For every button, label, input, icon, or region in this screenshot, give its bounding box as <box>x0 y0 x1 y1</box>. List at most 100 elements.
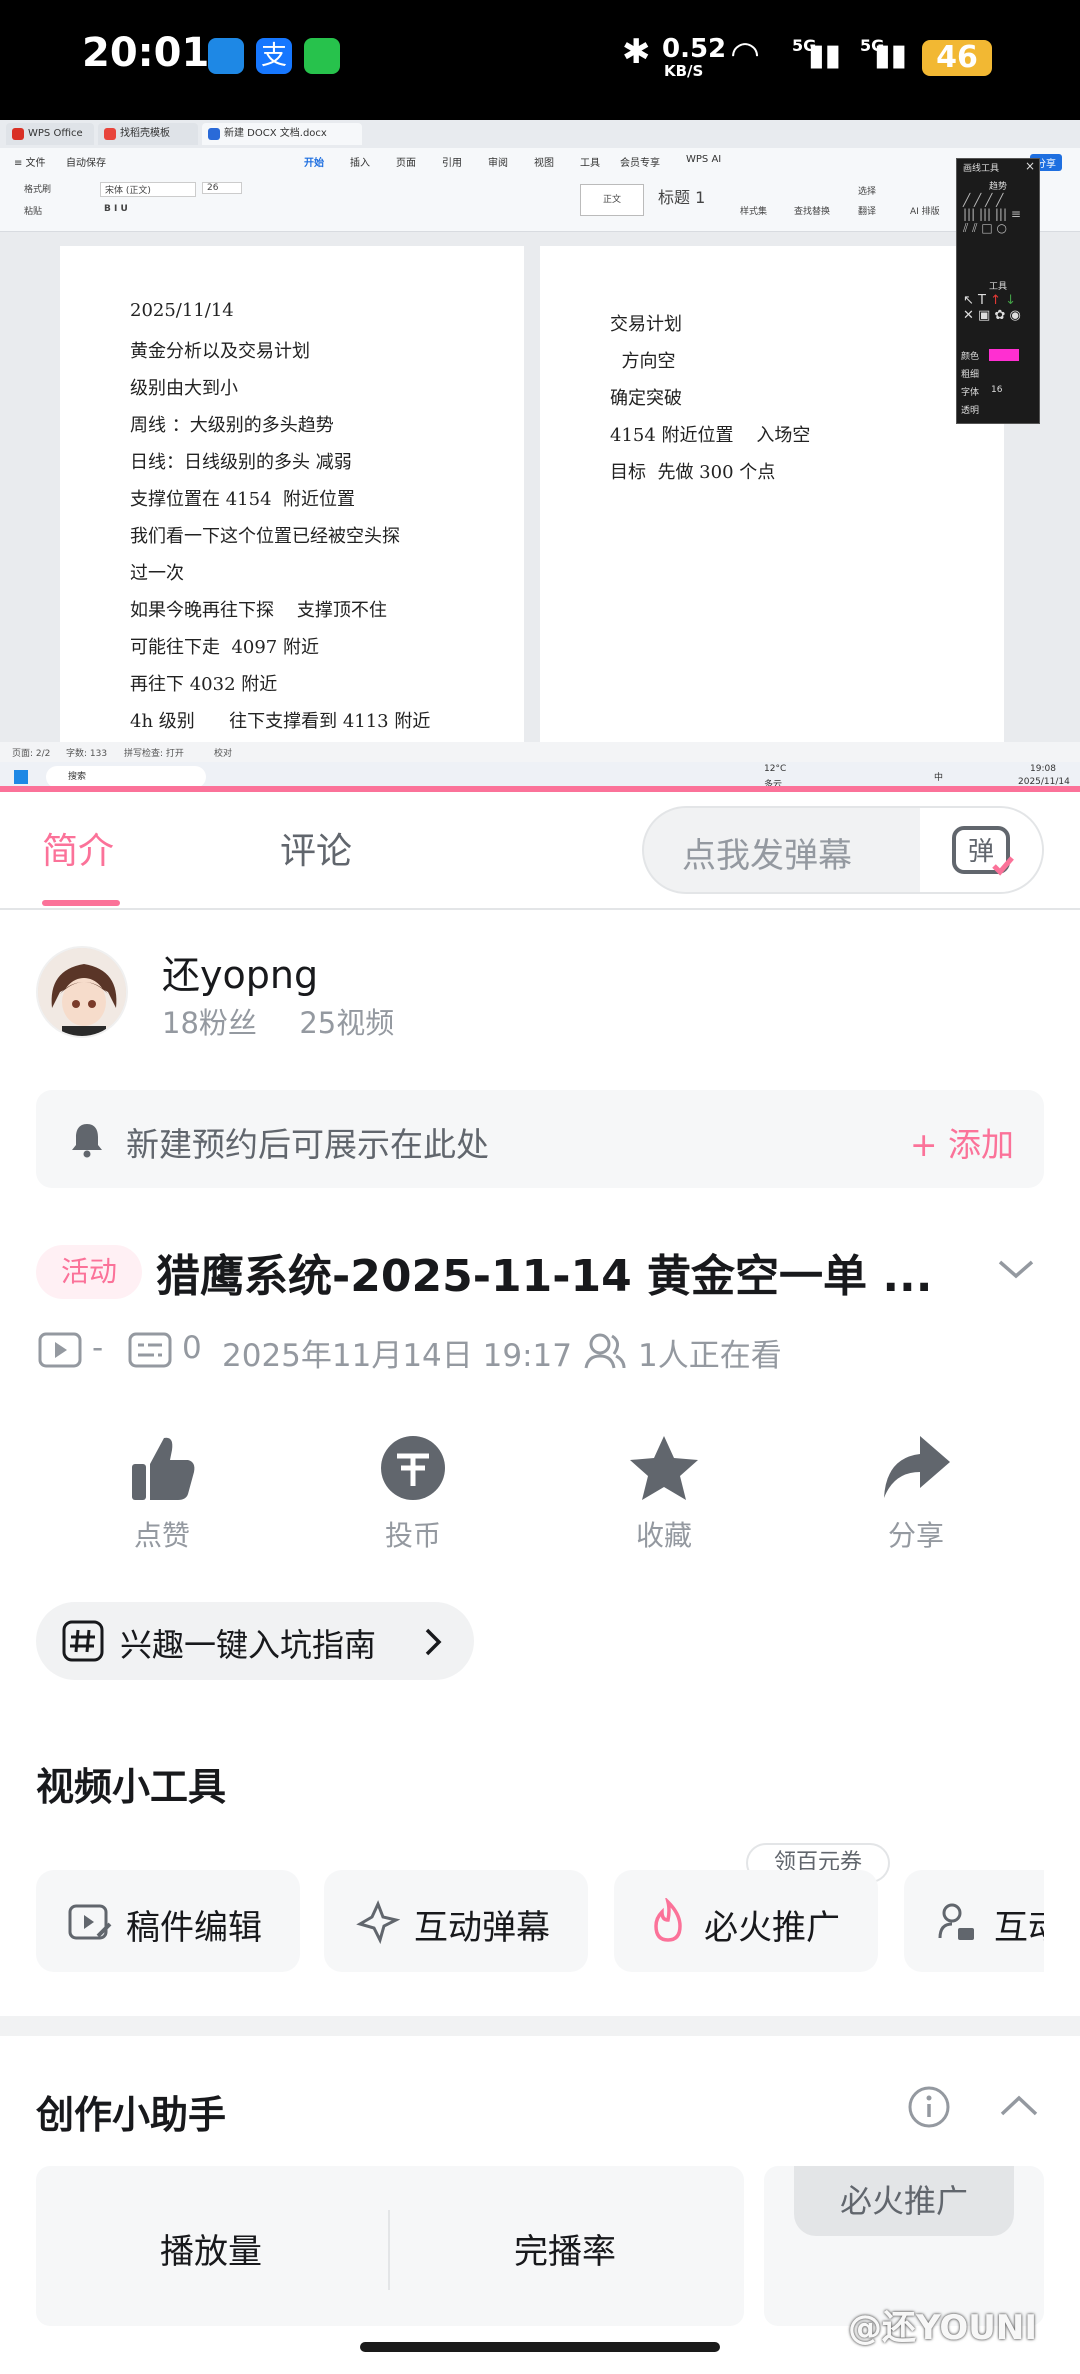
line-tools-icon[interactable]: ╱ ╱ ╱ ╱ ||| ||| ||| ≡ ⫽ ⫽ □ ○ <box>963 193 1021 236</box>
arrow-tools-icon[interactable]: ↖ T ↑ ↓ ✕ ▣ ✿ ◉ <box>963 293 1021 323</box>
font-select[interactable]: 宋体 (正文) <box>100 182 196 197</box>
menu-home[interactable]: 开始 <box>304 154 324 169</box>
tool-promote[interactable]: 必火推广 <box>614 1870 878 1972</box>
stat-completion-rate[interactable]: 完播率 <box>514 2224 616 2273</box>
thumbs-up-icon <box>132 1437 195 1500</box>
tab-comments[interactable]: 评论 <box>280 822 352 874</box>
find-replace-button[interactable]: 查找替换 <box>794 204 830 217</box>
thickness-label: 粗细 <box>961 370 980 380</box>
select-button[interactable]: 选择 <box>858 184 876 197</box>
video-tools-title: 视频小工具 <box>36 1765 227 1809</box>
danmaku-toggle-button[interactable]: 弹 <box>920 808 1042 892</box>
alipay-icon: 支 <box>256 38 292 74</box>
drawing-tool-panel[interactable]: 画线工具 × 趋势 ╱ ╱ ╱ ╱ ||| ||| ||| ≡ ⫽ ⫽ □ ○ 工具… <box>956 158 1040 424</box>
tab-intro[interactable]: 简介 <box>42 822 114 874</box>
docx-icon <box>208 128 220 140</box>
tool-label: 互动 <box>994 1908 1044 1948</box>
ime-indicator[interactable]: 中 <box>934 770 943 783</box>
document-page-1[interactable]: 2025/11/14 黄金分析以及交易计划 级别由大到小 周线 ：大级别的多头趋势 日线… <box>60 246 524 766</box>
wps-menu-bar: ≡ 文件 自动保存 开始 插入 页面 引用 审阅 视图 工具 会员专享 WPS … <box>0 148 1080 174</box>
wps-tab-templates[interactable]: 找稻壳模板 <box>98 123 198 145</box>
tool-edit-manuscript[interactable]: 稿件编辑 <box>36 1870 300 1972</box>
home-indicator[interactable] <box>360 2342 720 2352</box>
hashtag-icon <box>62 1620 104 1662</box>
menu-member[interactable]: 会员专享 <box>620 154 660 169</box>
uploader-stats: 18粉丝 25视频 <box>162 1000 394 1042</box>
info-icon[interactable] <box>906 2084 952 2130</box>
danmaku-placeholder: 点我发弹幕 <box>682 836 852 876</box>
color-swatch[interactable] <box>989 349 1019 361</box>
publish-date: 2025年11月14日 19:17 <box>222 1338 572 1374</box>
like-label: 点赞 <box>133 1519 190 1552</box>
tool-interactive[interactable]: 互动 <box>904 1870 1044 1972</box>
wps-ribbon: 格式刷 粘贴 宋体 (正文) 26 B I U 正文 标题 1 样式集 查找替换… <box>0 174 1080 232</box>
style-normal[interactable]: 正文 <box>580 184 644 216</box>
bold-button[interactable]: B I U <box>104 204 128 214</box>
activity-tag[interactable]: 活动 <box>36 1245 142 1299</box>
style-set-button[interactable]: 样式集 <box>740 204 767 217</box>
share-video-button[interactable]: 分享 <box>846 1428 986 1552</box>
menu-tools[interactable]: 工具 <box>580 154 600 169</box>
document-line: 目标 先做 300 个点 <box>610 462 776 483</box>
tool-label: 必火推广 <box>704 1908 840 1948</box>
menu-view[interactable]: 视图 <box>534 154 554 169</box>
document-line: 方向空 <box>610 351 676 372</box>
video-count: 25视频 <box>299 1006 395 1040</box>
wps-status-bar: 页面: 2/2 字数: 133 拼写检查: 打开 校对 <box>0 742 1080 762</box>
wps-tab-document[interactable]: 新建 DOCX 文档.docx <box>202 123 362 145</box>
like-button[interactable]: 点赞 <box>92 1428 232 1552</box>
proofread[interactable]: 校对 <box>214 746 232 759</box>
tab-indicator <box>42 900 120 906</box>
document-area: 2025/11/14 黄金分析以及交易计划 级别由大到小 周线 ：大级别的多头趋势 日线… <box>0 232 1080 766</box>
close-icon[interactable]: × <box>1025 159 1035 173</box>
watermark: @还YOUNI <box>848 2308 1038 2348</box>
document-line: 如果今晚再往下探 支撑顶不住 <box>130 600 387 621</box>
favorite-button[interactable]: 收藏 <box>594 1428 734 1552</box>
chevron-up-icon[interactable] <box>998 2092 1040 2120</box>
menu-wps-ai[interactable]: WPS AI <box>686 154 721 165</box>
avatar[interactable] <box>36 946 128 1038</box>
document-line: 可能往下走 4097 附近 <box>130 637 319 658</box>
wps-tab-home[interactable]: WPS Office <box>6 123 94 145</box>
spell-check[interactable]: 拼写检查: 打开 <box>124 746 184 759</box>
document-line: 周线 ：大级别的多头趋势 <box>130 415 334 436</box>
status-time: 20:01 <box>82 30 210 76</box>
document-line: 确定突破 <box>610 388 682 409</box>
tool-interactive-danmaku[interactable]: 互动弹幕 <box>324 1870 588 1972</box>
add-reservation-button[interactable]: + 添加 <box>910 1118 1014 1166</box>
document-line: 交易计划 <box>610 314 682 335</box>
document-line: 我们看一下这个位置已经被空头探 <box>130 526 400 547</box>
font-size-value[interactable]: 16 <box>991 385 1002 395</box>
format-painter-button[interactable]: 格式刷 <box>24 182 51 195</box>
menu-autosave[interactable]: 自动保存 <box>66 154 106 169</box>
ai-layout-button[interactable]: AI 排版 <box>910 204 940 217</box>
document-page-2[interactable]: 交易计划 方向空 确定突破 4154 附近位置 入场空 目标 先做 300 个点 <box>540 246 1004 756</box>
watching-count: 1人正在看 <box>638 1338 782 1374</box>
windows-start-icon[interactable] <box>14 770 28 784</box>
uploader-name[interactable]: 还yopng <box>162 944 318 999</box>
font-size-select[interactable]: 26 <box>202 182 242 194</box>
signal-bars-icon: ▮▮ <box>808 38 842 73</box>
tool-label: 稿件编辑 <box>126 1908 262 1948</box>
fans-count: 18粉丝 <box>162 1006 257 1040</box>
paste-button[interactable]: 粘贴 <box>24 204 42 217</box>
coin-label: 投币 <box>384 1519 441 1552</box>
style-heading1[interactable]: 标题 1 <box>658 184 705 208</box>
video-title: 猎鹰系统-2025-11-14 黄金空一单 ... <box>156 1251 933 1302</box>
translate-button[interactable]: 翻译 <box>858 204 876 217</box>
interest-guide-button[interactable]: 兴趣一键入坑指南 <box>36 1602 474 1680</box>
chevron-down-icon[interactable] <box>996 1256 1036 1282</box>
menu-file[interactable]: ≡ 文件 <box>14 154 46 169</box>
danmaku-input[interactable]: 点我发弹幕 弹 <box>642 806 1044 894</box>
menu-insert[interactable]: 插入 <box>350 154 370 169</box>
menu-reference[interactable]: 引用 <box>442 154 462 169</box>
trend-label: 趋势 <box>989 182 1008 192</box>
video-player[interactable]: WPS Office 找稻壳模板 新建 DOCX 文档.docx ≡ 文件 自动… <box>0 120 1080 792</box>
taskbar-search[interactable]: 搜索 <box>46 766 206 788</box>
lock-person-icon <box>938 1903 974 1940</box>
menu-page[interactable]: 页面 <box>396 154 416 169</box>
coin-button[interactable]: 投币 <box>343 1428 483 1552</box>
stat-play-count[interactable]: 播放量 <box>160 2224 262 2273</box>
menu-review[interactable]: 审阅 <box>488 154 508 169</box>
share-label: 分享 <box>887 1519 944 1552</box>
